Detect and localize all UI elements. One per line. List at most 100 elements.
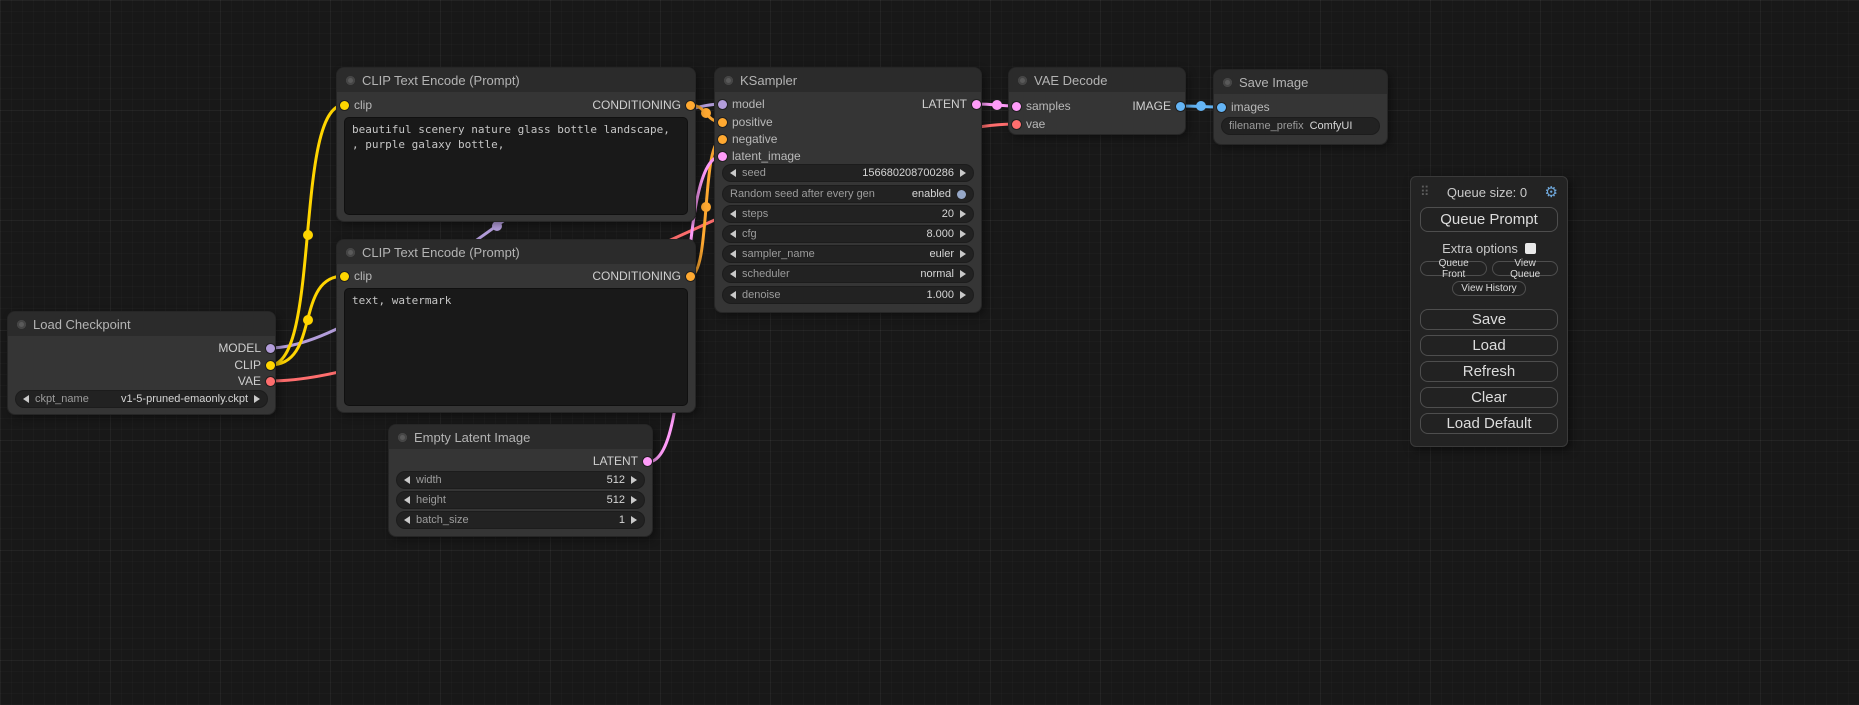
- port-vae-input[interactable]: [1012, 120, 1021, 129]
- node-save-image[interactable]: Save Image images filename_prefix ComfyU…: [1214, 70, 1387, 144]
- output-slot-conditioning[interactable]: CONDITIONING: [592, 97, 695, 113]
- port-image-output[interactable]: [1176, 102, 1185, 111]
- port-negative-input[interactable]: [718, 135, 727, 144]
- node-titlebar[interactable]: Save Image: [1214, 70, 1387, 94]
- prompt-textarea[interactable]: text, watermark: [345, 289, 687, 405]
- port-model-output[interactable]: [266, 344, 275, 353]
- input-slot-samples[interactable]: samples: [1012, 98, 1071, 114]
- load-button[interactable]: Load: [1420, 335, 1558, 356]
- output-slot-clip[interactable]: CLIP: [234, 357, 275, 373]
- increment-arrow-icon[interactable]: [631, 496, 637, 504]
- increment-arrow-icon[interactable]: [960, 169, 966, 177]
- port-latent-image-input[interactable]: [718, 152, 727, 161]
- node-status-dot[interactable]: [346, 76, 355, 85]
- port-vae-output[interactable]: [266, 377, 275, 386]
- graph-canvas[interactable]: Load Checkpoint MODEL CLIP VAE ckpt_name…: [0, 0, 1859, 705]
- port-positive-input[interactable]: [718, 118, 727, 127]
- decrement-arrow-icon[interactable]: [730, 250, 736, 258]
- view-queue-button[interactable]: View Queue: [1492, 261, 1558, 276]
- node-status-dot[interactable]: [398, 433, 407, 442]
- input-slot-model[interactable]: model: [718, 96, 765, 112]
- prompt-textarea[interactable]: beautiful scenery nature glass bottle la…: [345, 118, 687, 214]
- decrement-arrow-icon[interactable]: [730, 230, 736, 238]
- port-latent-output[interactable]: [643, 457, 652, 466]
- decrement-arrow-icon[interactable]: [404, 516, 410, 524]
- save-button[interactable]: Save: [1420, 309, 1558, 330]
- decrement-arrow-icon[interactable]: [730, 270, 736, 278]
- node-status-dot[interactable]: [1223, 78, 1232, 87]
- node-titlebar[interactable]: KSampler: [715, 68, 981, 92]
- output-slot-latent[interactable]: LATENT: [593, 453, 652, 469]
- drag-handle-icon[interactable]: ⠿: [1420, 184, 1430, 200]
- port-clip-output[interactable]: [266, 361, 275, 370]
- output-slot-image[interactable]: IMAGE: [1132, 98, 1185, 114]
- widget-steps[interactable]: steps 20: [723, 206, 973, 222]
- widget-filename-prefix[interactable]: filename_prefix ComfyUI: [1222, 118, 1379, 134]
- widget-scheduler[interactable]: scheduler normal: [723, 266, 973, 282]
- output-slot-conditioning[interactable]: CONDITIONING: [592, 268, 695, 284]
- output-slot-latent[interactable]: LATENT: [922, 96, 981, 112]
- node-clip-text-encode-negative[interactable]: CLIP Text Encode (Prompt) clip CONDITION…: [337, 240, 695, 412]
- widget-seed[interactable]: seed 156680208700286: [723, 165, 973, 181]
- port-conditioning-output[interactable]: [686, 272, 695, 281]
- view-history-button[interactable]: View History: [1452, 281, 1525, 296]
- decrement-arrow-icon[interactable]: [730, 291, 736, 299]
- settings-gear-icon[interactable]: ⚙: [1545, 183, 1558, 201]
- node-titlebar[interactable]: Empty Latent Image: [389, 425, 652, 449]
- increment-arrow-icon[interactable]: [960, 210, 966, 218]
- node-clip-text-encode-positive[interactable]: CLIP Text Encode (Prompt) clip CONDITION…: [337, 68, 695, 221]
- node-status-dot[interactable]: [1018, 76, 1027, 85]
- decrement-arrow-icon[interactable]: [404, 476, 410, 484]
- input-slot-clip[interactable]: clip: [340, 268, 372, 284]
- increment-arrow-icon[interactable]: [631, 516, 637, 524]
- port-samples-input[interactable]: [1012, 102, 1021, 111]
- output-slot-vae[interactable]: VAE: [238, 373, 275, 389]
- node-titlebar[interactable]: CLIP Text Encode (Prompt): [337, 68, 695, 92]
- clear-button[interactable]: Clear: [1420, 387, 1558, 408]
- decrement-arrow-icon[interactable]: [23, 395, 29, 403]
- widget-batch-size[interactable]: batch_size 1: [397, 512, 644, 528]
- node-ksampler[interactable]: KSampler model LATENT positive negative …: [715, 68, 981, 312]
- node-status-dot[interactable]: [17, 320, 26, 329]
- widget-random-seed-toggle[interactable]: Random seed after every gen enabled: [723, 186, 973, 202]
- node-titlebar[interactable]: VAE Decode: [1009, 68, 1185, 92]
- output-slot-model[interactable]: MODEL: [218, 340, 275, 356]
- widget-height[interactable]: height 512: [397, 492, 644, 508]
- node-status-dot[interactable]: [724, 76, 733, 85]
- input-slot-clip[interactable]: clip: [340, 97, 372, 113]
- node-vae-decode[interactable]: VAE Decode samples IMAGE vae: [1009, 68, 1185, 134]
- increment-arrow-icon[interactable]: [631, 476, 637, 484]
- node-status-dot[interactable]: [346, 248, 355, 257]
- port-images-input[interactable]: [1217, 103, 1226, 112]
- input-slot-negative[interactable]: negative: [718, 131, 777, 147]
- port-clip-input[interactable]: [340, 272, 349, 281]
- toggle-dot[interactable]: [957, 190, 966, 199]
- queue-prompt-button[interactable]: Queue Prompt: [1420, 207, 1558, 232]
- widget-cfg[interactable]: cfg 8.000: [723, 226, 973, 242]
- port-conditioning-output[interactable]: [686, 101, 695, 110]
- refresh-button[interactable]: Refresh: [1420, 361, 1558, 382]
- port-clip-input[interactable]: [340, 101, 349, 110]
- decrement-arrow-icon[interactable]: [730, 169, 736, 177]
- node-titlebar[interactable]: Load Checkpoint: [8, 312, 275, 336]
- increment-arrow-icon[interactable]: [960, 250, 966, 258]
- increment-arrow-icon[interactable]: [960, 270, 966, 278]
- load-default-button[interactable]: Load Default: [1420, 413, 1558, 434]
- queue-front-button[interactable]: Queue Front: [1420, 261, 1487, 276]
- port-model-input[interactable]: [718, 100, 727, 109]
- input-slot-vae[interactable]: vae: [1012, 116, 1045, 132]
- increment-arrow-icon[interactable]: [254, 395, 260, 403]
- input-slot-positive[interactable]: positive: [718, 114, 773, 130]
- input-slot-latent-image[interactable]: latent_image: [718, 148, 801, 164]
- port-latent-output[interactable]: [972, 100, 981, 109]
- node-load-checkpoint[interactable]: Load Checkpoint MODEL CLIP VAE ckpt_name…: [8, 312, 275, 414]
- widget-ckpt-name[interactable]: ckpt_name v1-5-pruned-emaonly.ckpt: [16, 391, 267, 407]
- widget-width[interactable]: width 512: [397, 472, 644, 488]
- decrement-arrow-icon[interactable]: [730, 210, 736, 218]
- widget-denoise[interactable]: denoise 1.000: [723, 287, 973, 303]
- node-titlebar[interactable]: CLIP Text Encode (Prompt): [337, 240, 695, 264]
- decrement-arrow-icon[interactable]: [404, 496, 410, 504]
- widget-sampler-name[interactable]: sampler_name euler: [723, 246, 973, 262]
- increment-arrow-icon[interactable]: [960, 230, 966, 238]
- node-empty-latent-image[interactable]: Empty Latent Image LATENT width 512 heig…: [389, 425, 652, 536]
